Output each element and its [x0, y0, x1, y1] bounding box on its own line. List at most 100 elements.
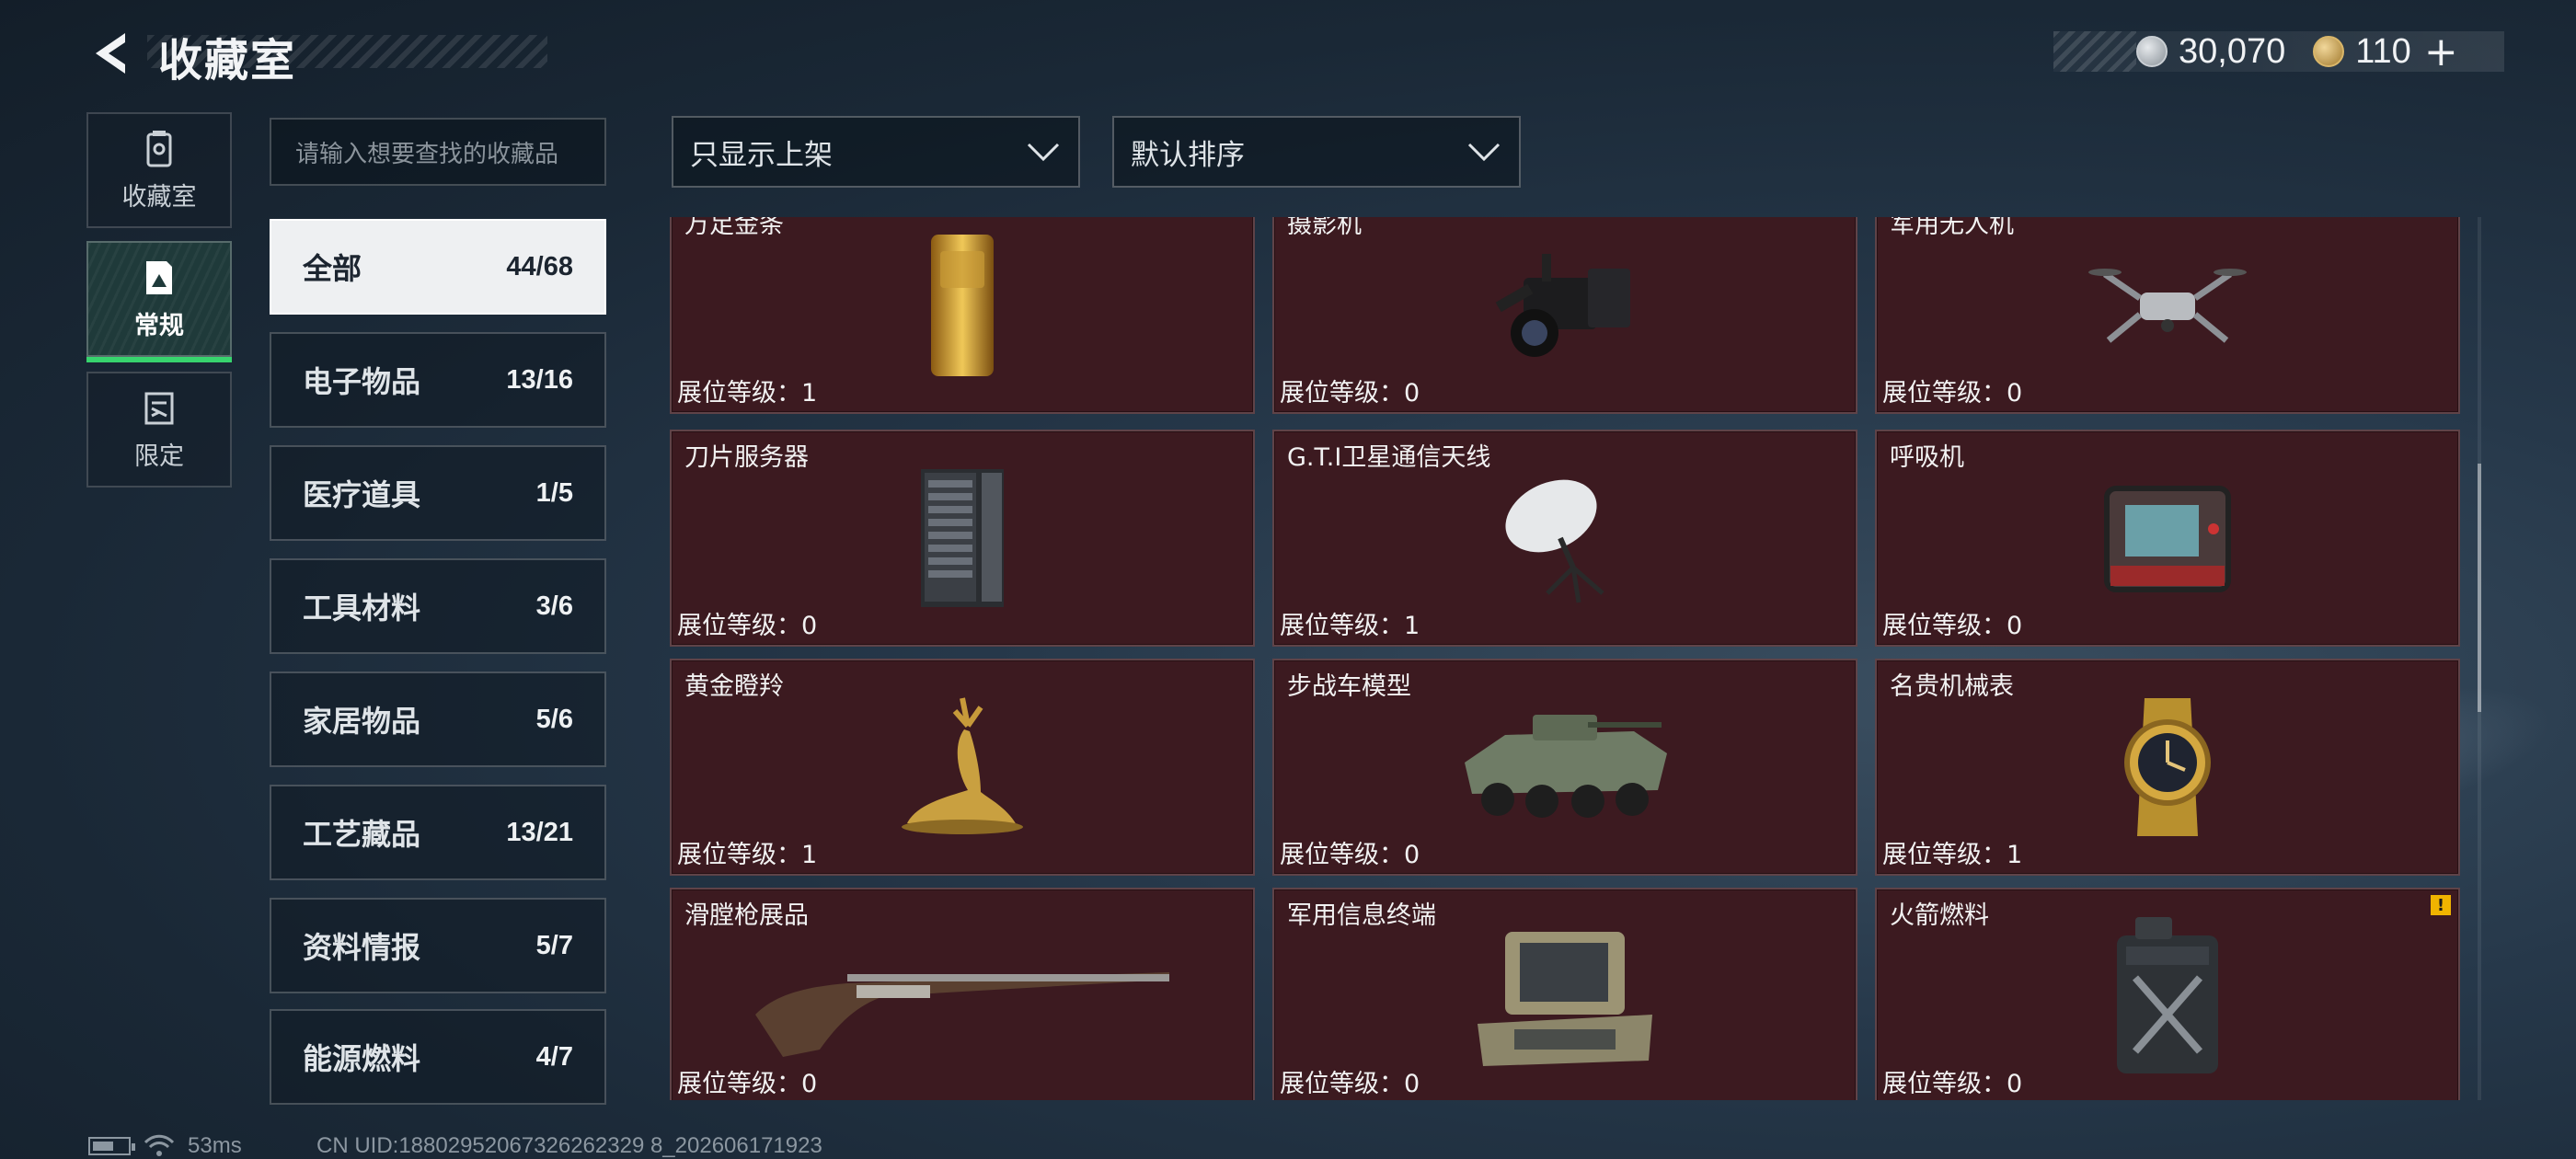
category-count: 4/7: [535, 1041, 573, 1072]
level-value: 0: [801, 1070, 818, 1098]
item-name: 刀片服务器: [684, 443, 809, 472]
nav-tab-regular[interactable]: 常规: [86, 241, 232, 362]
nav-tab-label: 限定: [134, 442, 184, 471]
booth-level: 展位等级：0: [1280, 1063, 1420, 1099]
booth-level: 展位等级：1: [1882, 834, 2022, 870]
booth-level: 展位等级：0: [1882, 1063, 2022, 1099]
level-value: 0: [1404, 1070, 1420, 1098]
level-value: 0: [801, 612, 818, 640]
page-title: 收藏室: [158, 35, 297, 86]
collection-card[interactable]: G.T.I卫星通信天线 展位等级：1: [1272, 430, 1857, 647]
status-bar: 53ms: [88, 1133, 242, 1159]
category-tools[interactable]: 工具材料 3/6: [270, 558, 606, 654]
level-value: 0: [2007, 1070, 2023, 1098]
collection-card[interactable]: 军用无人机 展位等级：0: [1875, 217, 2460, 414]
level-prefix: 展位等级：: [1280, 841, 1404, 869]
level-prefix: 展位等级：: [1882, 612, 2007, 640]
silver-currency-value: 30,070: [2179, 31, 2286, 71]
level-prefix: 展位等级：: [677, 1070, 801, 1098]
category-name: 工具材料: [303, 591, 421, 625]
collection-card[interactable]: 名贵机械表 展位等级：1: [1875, 659, 2460, 876]
item-name: 军用无人机: [1890, 217, 2014, 239]
display-filter-dropdown[interactable]: 只显示上架: [672, 116, 1080, 188]
level-prefix: 展位等级：: [677, 379, 801, 407]
category-all[interactable]: 全部 44/68: [270, 219, 606, 315]
item-name: 滑膛枪展品: [684, 901, 809, 930]
regular-items-icon: [146, 260, 172, 294]
back-button[interactable]: [85, 26, 140, 81]
collection-card[interactable]: 万足金条 展位等级：1: [670, 217, 1255, 414]
wifi-icon: [144, 1134, 175, 1156]
category-count: 1/5: [535, 477, 573, 508]
booth-level: 展位等级：0: [1882, 373, 2022, 408]
collection-card[interactable]: 军用信息终端 展位等级：0: [1272, 888, 1857, 1100]
currency-decoration: [2053, 31, 2136, 72]
category-household[interactable]: 家居物品 5/6: [270, 671, 606, 767]
chevron-down-icon: [1027, 143, 1060, 162]
category-energy[interactable]: 能源燃料 4/7: [270, 1009, 606, 1105]
collection-card[interactable]: 黄金瞪羚 展位等级：1: [670, 659, 1255, 876]
category-crafts[interactable]: 工艺藏品 13/21: [270, 785, 606, 880]
item-name: 摄影机: [1287, 217, 1362, 239]
item-name: 军用信息终端: [1287, 901, 1436, 930]
category-count: 5/6: [535, 704, 573, 734]
category-name: 工艺藏品: [303, 817, 421, 852]
level-prefix: 展位等级：: [1280, 379, 1404, 407]
gold-currency-value: 110: [2355, 31, 2411, 71]
level-value: 1: [2007, 841, 2023, 869]
item-name: 万足金条: [684, 217, 784, 239]
item-name: 火箭燃料: [1890, 901, 1989, 930]
category-count: 5/7: [535, 930, 573, 960]
category-intel[interactable]: 资料情报 5/7: [270, 898, 606, 993]
display-filter-value: 只显示上架: [690, 138, 833, 172]
sort-dropdown[interactable]: 默认排序: [1112, 116, 1521, 188]
scrollbar-thumb[interactable]: [2478, 464, 2481, 712]
nav-tab-limited[interactable]: 限定: [86, 372, 232, 488]
category-name: 电子物品: [303, 364, 421, 399]
booth-level: 展位等级：0: [1280, 373, 1420, 408]
booth-level: 展位等级：1: [677, 373, 817, 408]
limited-items-icon: [144, 392, 174, 424]
level-value: 0: [2007, 612, 2023, 640]
category-count: 44/68: [506, 251, 573, 281]
add-currency-button[interactable]: +: [2424, 29, 2458, 75]
category-count: 3/6: [535, 591, 573, 621]
search-input[interactable]: 请输入想要查找的收藏品: [270, 118, 606, 186]
category-electronics[interactable]: 电子物品 13/16: [270, 332, 606, 428]
level-prefix: 展位等级：: [1280, 1070, 1404, 1098]
battery-icon: [88, 1137, 135, 1155]
item-name: G.T.I卫星通信天线: [1287, 443, 1491, 472]
collection-card[interactable]: 步战车模型 展位等级：0: [1272, 659, 1857, 876]
nav-tab-label: 常规: [134, 311, 184, 340]
category-count: 13/21: [506, 817, 573, 847]
collection-card[interactable]: 呼吸机 展位等级：0: [1875, 430, 2460, 647]
item-name: 呼吸机: [1890, 443, 1964, 472]
level-prefix: 展位等级：: [677, 841, 801, 869]
category-name: 全部: [303, 251, 362, 286]
level-prefix: 展位等级：: [1280, 612, 1404, 640]
collection-card[interactable]: 摄影机 展位等级：0: [1272, 217, 1857, 414]
currency-bar: 30,070 110 +: [2053, 29, 2504, 75]
collection-card[interactable]: 刀片服务器 展位等级：0: [670, 430, 1255, 647]
nav-tab-collection-room[interactable]: 收藏室: [86, 112, 232, 228]
collection-card[interactable]: 火箭燃料 ! 展位等级：0: [1875, 888, 2460, 1100]
item-name: 步战车模型: [1287, 672, 1411, 701]
category-name: 资料情报: [303, 930, 421, 965]
category-count: 13/16: [506, 364, 573, 395]
silver-coin-icon: [2136, 36, 2168, 67]
level-prefix: 展位等级：: [1882, 841, 2007, 869]
category-medical[interactable]: 医疗道具 1/5: [270, 445, 606, 541]
booth-level: 展位等级：1: [1280, 605, 1420, 641]
ping-value: 53ms: [188, 1133, 242, 1158]
booth-level: 展位等级：0: [677, 1063, 817, 1099]
booth-level: 展位等级：0: [677, 605, 817, 641]
category-name: 医疗道具: [303, 477, 421, 512]
level-value: 0: [1404, 841, 1420, 869]
level-value: 1: [801, 841, 818, 869]
level-value: 1: [1404, 612, 1420, 640]
collection-card[interactable]: 滑膛枪展品 展位等级：0: [670, 888, 1255, 1100]
item-name: 名贵机械表: [1890, 672, 2014, 701]
category-name: 能源燃料: [303, 1041, 421, 1076]
level-prefix: 展位等级：: [677, 612, 801, 640]
warning-icon: !: [2431, 895, 2451, 915]
